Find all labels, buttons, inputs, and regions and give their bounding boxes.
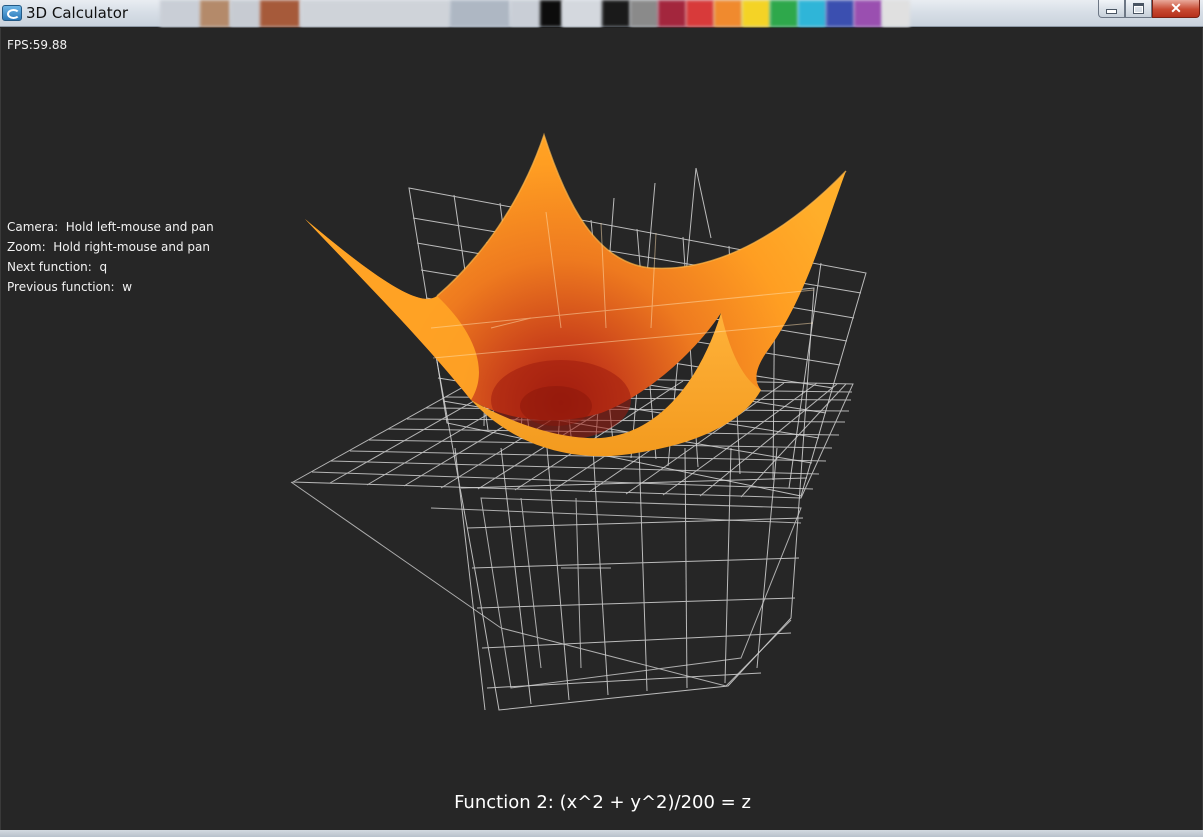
window-title: 3D Calculator (26, 4, 129, 22)
close-button[interactable]: ✕ (1152, 0, 1200, 18)
function-label: Function 2: (x^2 + y^2)/200 = z (454, 792, 751, 813)
controls-help: Camera: Hold left-mouse and pan Zoom: Ho… (7, 217, 214, 297)
close-icon: ✕ (1170, 0, 1182, 16)
3d-viewport[interactable]: FPS:59.88 Camera: Hold left-mouse and pa… (0, 28, 1203, 831)
window-controls: ✕ (1098, 0, 1200, 19)
title-bar-background (160, 0, 1070, 27)
maximize-icon (1133, 3, 1144, 14)
window-bottom-border (0, 830, 1203, 837)
title-bar[interactable]: 3D Calculator ✕ (0, 0, 1203, 27)
app-window: 3D Calculator ✕ FPS:59.88 Camera: Hold l… (0, 0, 1203, 837)
help-zoom: Zoom: Hold right-mouse and pan (7, 240, 210, 254)
help-previous-function: Previous function: w (7, 280, 133, 294)
help-camera: Camera: Hold left-mouse and pan (7, 220, 214, 234)
paraboloid-surface (305, 132, 847, 457)
help-next-function: Next function: q (7, 260, 108, 274)
fps-counter: FPS:59.88 (7, 38, 68, 52)
calculator-app-icon[interactable] (2, 5, 22, 21)
maximize-button[interactable] (1125, 0, 1152, 18)
3d-scene[interactable] (1, 28, 1203, 831)
minimize-button[interactable] (1098, 0, 1125, 18)
lower-grid (290, 481, 802, 689)
minimize-icon (1106, 9, 1117, 14)
